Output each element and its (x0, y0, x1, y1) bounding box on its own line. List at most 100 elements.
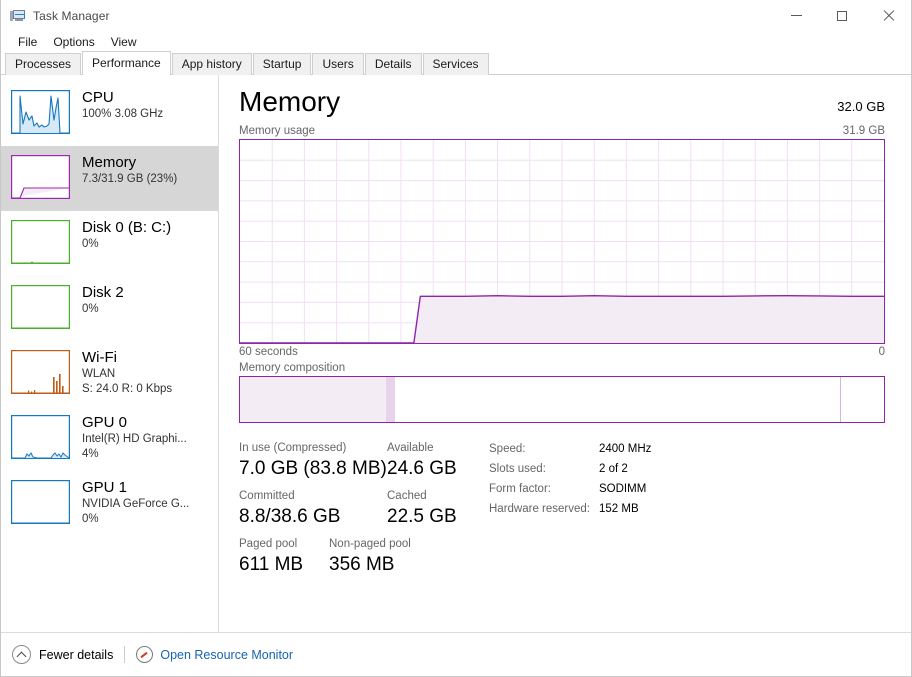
footer-actions: Fewer details Open Resource Monitor (12, 645, 293, 664)
sidebar-item-cpu[interactable]: CPU 100% 3.08 GHz (1, 81, 218, 146)
disk-2-thumbnail (11, 285, 70, 329)
menu-file[interactable]: File (10, 33, 45, 51)
stat-in-use: In use (Compressed) 7.0 GB (83.8 MB) (239, 441, 387, 481)
task-manager-window: Task Manager File Options View Processes… (0, 0, 912, 677)
sidebar-text-gpu-0: GPU 0 Intel(R) HD Graphi... 4% (82, 413, 187, 462)
composition-segment-in-use (240, 377, 387, 422)
info-value-hardware-reserved: 152 MB (599, 503, 639, 515)
sidebar-title-memory: Memory (82, 154, 137, 171)
sidebar-text-memory: Memory 7.3/31.9 GB (23%) (82, 153, 177, 187)
tab-users[interactable]: Users (312, 53, 364, 75)
stat-label-available: Available (387, 442, 434, 454)
tab-details[interactable]: Details (364, 53, 422, 75)
memory-composition-label: Memory composition (239, 362, 346, 374)
title-bar: Task Manager (1, 0, 911, 31)
sidebar-text-cpu: CPU 100% 3.08 GHz (82, 88, 163, 122)
stat-paged-pool: Paged pool 611 MB (239, 537, 329, 577)
sidebar-text-disk-2: Disk 2 0% (82, 283, 124, 317)
info-value-slots-used: 2 of 2 (599, 463, 628, 475)
memory-usage-label: Memory usage (239, 125, 316, 137)
sidebar-sub2-gpu-0: 4% (82, 448, 99, 460)
info-value-speed: 2400 MHz (599, 443, 652, 455)
tab-strip: Processes Performance App history Startu… (1, 51, 911, 76)
gpu-0-thumbnail (11, 415, 70, 459)
gpu-1-thumbnail (11, 480, 70, 524)
stat-label-cached: Cached (387, 490, 427, 502)
info-key-speed: Speed: (489, 443, 526, 455)
sidebar-sub-wifi: WLAN (82, 368, 116, 380)
sidebar-text-disk-0: Disk 0 (B: C:) 0% (82, 218, 171, 252)
open-resource-monitor-button[interactable]: Open Resource Monitor (136, 646, 293, 663)
stat-available: Available 24.6 GB (387, 441, 457, 481)
performance-sidebar: CPU 100% 3.08 GHz Memory 7.3/31.9 GB (23… (1, 75, 219, 632)
stat-value-in-use: 7.0 GB (83.8 MB) (239, 458, 387, 479)
total-memory-label: 32.0 GB (837, 99, 885, 114)
stat-label-non-paged-pool: Non-paged pool (329, 538, 411, 550)
stat-value-committed: 8.8/38.6 GB (239, 506, 341, 527)
stat-label-in-use: In use (Compressed) (239, 442, 347, 454)
memory-detail-panel: Memory 32.0 GB Memory usage 31.9 GB 60 s… (219, 75, 911, 632)
axis-left-label: 60 seconds (239, 346, 298, 358)
maximize-icon (837, 10, 847, 21)
stat-value-available: 24.6 GB (387, 458, 457, 479)
composition-segment-free-divider (840, 377, 842, 422)
menu-options[interactable]: Options (45, 33, 102, 51)
stat-label-committed: Committed (239, 490, 295, 502)
tab-startup[interactable]: Startup (252, 53, 312, 75)
sidebar-item-disk-2[interactable]: Disk 2 0% (1, 276, 218, 341)
sidebar-item-disk-0[interactable]: Disk 0 (B: C:) 0% (1, 211, 218, 276)
menu-view[interactable]: View (103, 33, 145, 51)
minimize-button[interactable] (773, 0, 819, 31)
open-resource-monitor-label: Open Resource Monitor (160, 647, 294, 662)
sidebar-sub-gpu-0: Intel(R) HD Graphi... (82, 433, 187, 445)
info-key-hardware-reserved: Hardware reserved: (489, 503, 590, 515)
composition-segment-modified-divider (386, 377, 395, 422)
window-controls (773, 0, 911, 31)
sidebar-sub2-wifi: S: 24.0 R: 0 Kbps (82, 383, 173, 395)
stat-row-inuse-available: In use (Compressed) 7.0 GB (83.8 MB) Ava… (239, 441, 484, 481)
minimize-icon (790, 15, 802, 16)
axis-right-label: 0 (878, 346, 885, 358)
tab-processes[interactable]: Processes (5, 53, 82, 75)
info-key-form-factor: Form factor: (489, 483, 551, 495)
sidebar-sub2-gpu-1: 0% (82, 513, 99, 525)
sidebar-title-disk-2: Disk 2 (82, 284, 124, 301)
fewer-details-button[interactable]: Fewer details (12, 645, 113, 664)
memory-thumbnail (11, 155, 70, 199)
stat-non-paged-pool: Non-paged pool 356 MB (329, 537, 411, 577)
info-value-form-factor: SODIMM (599, 483, 647, 495)
tab-services[interactable]: Services (422, 53, 489, 75)
memory-usage-max: 31.9 GB (842, 125, 885, 137)
fewer-details-label: Fewer details (39, 647, 114, 662)
sidebar-title-disk-0: Disk 0 (B: C:) (82, 219, 172, 236)
tab-app-history[interactable]: App history (171, 53, 252, 75)
sidebar-item-wifi[interactable]: Wi-Fi WLAN S: 24.0 R: 0 Kbps (1, 341, 218, 406)
stat-value-cached: 22.5 GB (387, 506, 457, 527)
sidebar-item-memory[interactable]: Memory 7.3/31.9 GB (23%) (1, 146, 218, 211)
sidebar-sub-disk-2: 0% (82, 303, 99, 315)
wifi-thumbnail (11, 350, 70, 394)
sidebar-text-wifi: Wi-Fi WLAN S: 24.0 R: 0 Kbps (82, 348, 172, 397)
sidebar-sub-disk-0: 0% (82, 238, 99, 250)
memory-stats: In use (Compressed) 7.0 GB (83.8 MB) Ava… (239, 441, 885, 585)
stat-committed: Committed 8.8/38.6 GB (239, 489, 387, 529)
resource-monitor-icon (136, 646, 154, 663)
stat-value-non-paged-pool: 356 MB (329, 554, 395, 575)
sidebar-item-gpu-0[interactable]: GPU 0 Intel(R) HD Graphi... 4% (1, 406, 218, 471)
info-key-slots-used: Slots used: (489, 463, 546, 475)
disk-0-thumbnail (11, 220, 70, 264)
cpu-thumbnail (11, 90, 70, 134)
task-manager-icon (10, 8, 26, 24)
sidebar-sub-memory: 7.3/31.9 GB (23%) (82, 173, 178, 185)
memory-composition-bar[interactable] (239, 376, 885, 423)
tab-performance[interactable]: Performance (82, 51, 171, 76)
sidebar-sub-gpu-1: NVIDIA GeForce G... (82, 498, 190, 510)
sidebar-text-gpu-1: GPU 1 NVIDIA GeForce G... 0% (82, 478, 189, 527)
sidebar-item-gpu-1[interactable]: GPU 1 NVIDIA GeForce G... 0% (1, 471, 218, 536)
maximize-button[interactable] (819, 0, 865, 31)
page-title: Memory (239, 86, 341, 117)
menu-bar: File Options View (1, 31, 911, 53)
sidebar-title-cpu: CPU (82, 89, 114, 106)
close-button[interactable] (865, 0, 911, 31)
window-title: Task Manager (33, 8, 110, 23)
